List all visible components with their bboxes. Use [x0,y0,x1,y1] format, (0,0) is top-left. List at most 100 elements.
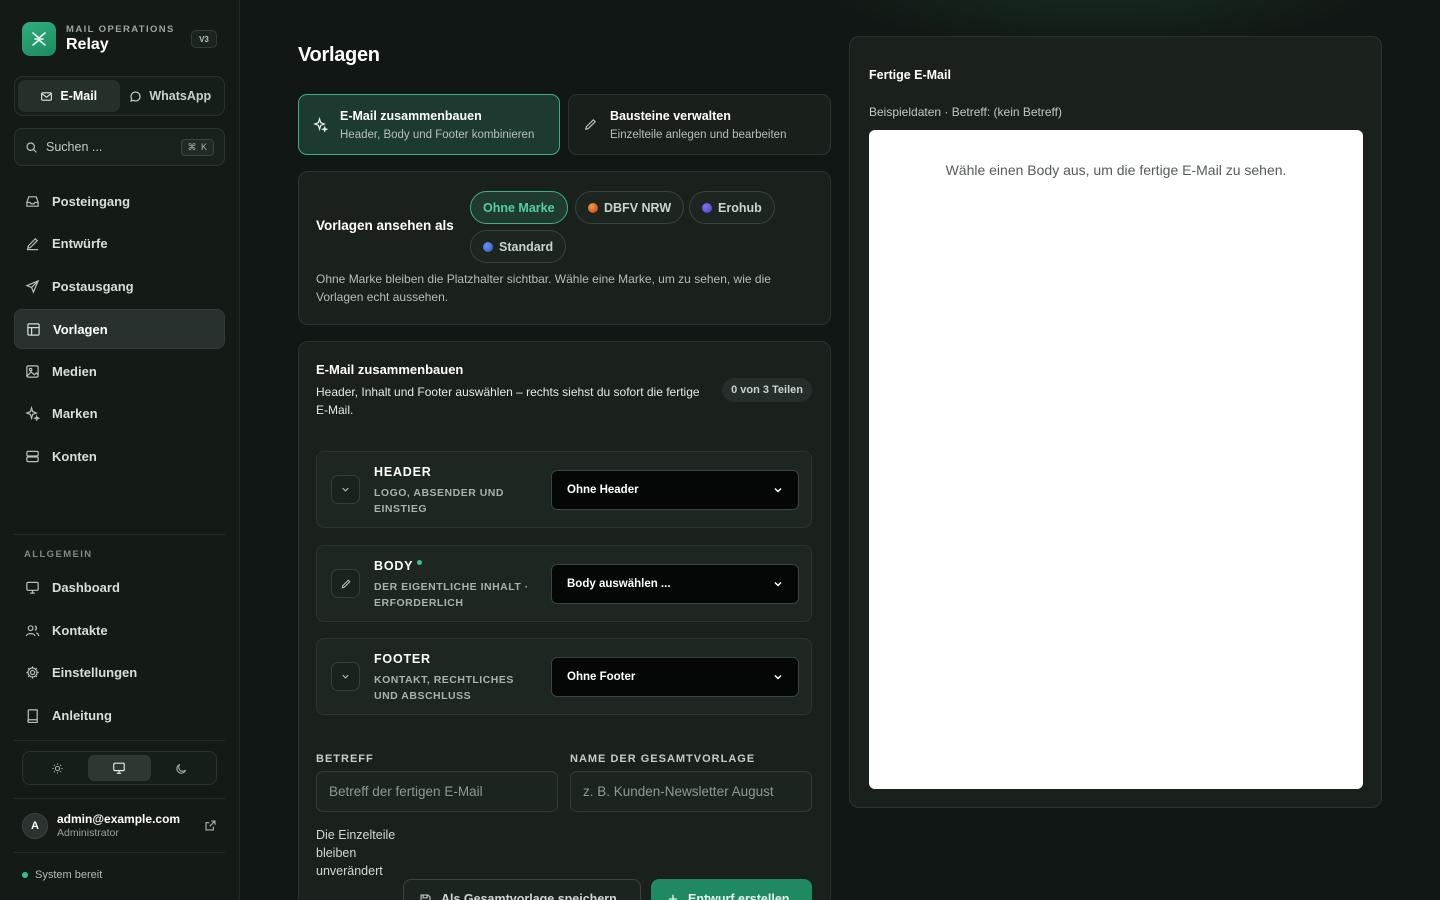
mode-manage-card[interactable]: Bausteine verwalten Einzelteile anlegen … [568,94,831,155]
save-template-label: Als Gesamtvorlage speichern [441,892,617,900]
sidebar-item-label: Postausgang [52,278,134,294]
mode-manage-subtitle: Einzelteile anlegen und bearbeiten [610,128,787,141]
footer-select-value: Ohne Footer [567,671,636,683]
mode-compose-card[interactable]: E-Mail zusammenbauen Header, Body und Fo… [298,94,560,155]
brand-option-dbfv-nrw[interactable]: DBFV NRW [575,191,685,224]
theme-light-button[interactable] [26,755,88,781]
sidebar-divider [14,534,225,535]
keep-parts-note: Die Einzelteile bleiben unverändert [316,828,396,878]
brand-view-label: Vorlagen ansehen als [316,218,454,233]
channel-email[interactable]: E-Mail [18,80,120,112]
create-draft-label: Entwurf erstellen [688,892,790,900]
footer-select[interactable]: Ohne Footer [551,657,799,697]
template-name-label: NAME DER GESAMTVORLAGE [570,753,756,765]
monitor-icon [26,581,39,594]
sidebar-item-label: Einstellungen [52,664,138,680]
channel-whatsapp[interactable]: WhatsApp [120,80,222,112]
user-profile[interactable]: A admin@example.com Administrator [22,812,217,839]
sidebar-item-label: Konten [52,448,97,464]
sidebar-item-anleitung[interactable]: Anleitung [14,695,225,735]
sidebar-item-konten[interactable]: Konten [14,436,225,476]
subject-placeholder: Betreff der fertigen E-Mail [329,784,483,799]
preview-empty-message: Wähle einen Body aus, um die fertige E-M… [945,162,1287,178]
monitor-icon [113,762,126,774]
search-input[interactable]: Suchen ... ⌘ K [14,128,225,166]
sidebar-item-label: Marken [52,405,98,421]
sidebar-item-label: Vorlagen [53,321,108,337]
part-header-name: HEADER [374,465,432,479]
preview-title: Fertige E-Mail [869,68,951,82]
brand-name: Relay [66,36,109,53]
header-select[interactable]: Ohne Header [551,470,799,510]
create-draft-button[interactable]: Entwurf erstellen [651,879,812,900]
part-footer-desc: KONTAKT, RECHTLICHES UND ABSCHLUSS [374,674,514,702]
external-link-icon[interactable] [204,819,217,832]
channel-whatsapp-label: WhatsApp [149,89,212,103]
page-title: Vorlagen [298,44,380,66]
sidebar-item-postausgang[interactable]: Postausgang [14,266,225,306]
sidebar-item-label: Entwürfe [52,235,108,251]
part-body-name: BODY [374,559,423,573]
body-select-value: Body auswählen ... [567,578,671,590]
theme-dark-button[interactable] [151,755,213,781]
part-footer-toggle[interactable] [331,662,360,691]
sidebar-item-marken[interactable]: Marken [14,393,225,433]
part-body-edit[interactable] [331,569,360,598]
moon-icon [176,763,187,774]
builder-subtitle: Header, Inhalt und Footer auswählen – re… [316,385,700,417]
mode-compose-subtitle: Header, Body und Footer kombinieren [340,128,535,141]
sidebar-divider [14,740,225,741]
template-name-input[interactable]: z. B. Kunden-Newsletter August [570,771,812,812]
preview-card: Fertige E-Mail Beispieldaten · Betreff: … [849,36,1382,808]
brand[interactable]: MAIL OPERATIONS Relay [22,22,175,56]
sidebar-item-entwuerfe[interactable]: Entwürfe [14,223,225,263]
brand-option-standard[interactable]: Standard [470,230,567,263]
pen-icon [341,579,350,588]
brand-view-note: Ohne Marke bleiben die Platzhalter sicht… [316,272,771,304]
sidebar-item-vorlagen[interactable]: Vorlagen [14,309,225,349]
sidebar-item-label: Medien [52,363,97,379]
part-body-name-text: BODY [374,559,414,573]
chevron-down-icon [774,581,782,587]
layout-icon [27,322,40,336]
sidebar-item-dashboard[interactable]: Dashboard [14,567,225,607]
section-label-general: ALLGEMEIN [24,549,93,560]
chat-bubble-icon [130,90,141,102]
version-badge: V3 [191,30,217,48]
user-email: admin@example.com [57,812,181,826]
sidebar: MAIL OPERATIONS Relay V3 E-Mail WhatsApp… [0,0,240,900]
part-header-toggle[interactable] [331,475,360,504]
sidebar-item-einstellungen[interactable]: Einstellungen [14,652,225,692]
subject-input[interactable]: Betreff der fertigen E-Mail [316,771,558,812]
theme-system-button[interactable] [88,755,151,781]
part-footer: FOOTER KONTAKT, RECHTLICHES UND ABSCHLUS… [316,638,812,715]
body-select[interactable]: Body auswählen ... [551,564,799,604]
sidebar-item-label: Kontakte [52,622,108,638]
preview-meta: Beispieldaten · Betreff: (kein Betreff) [869,105,1062,119]
brand-option-ohne-marke[interactable]: Ohne Marke [470,191,568,224]
email-preview-frame: Wähle einen Body aus, um die fertige E-M… [869,130,1363,789]
sidebar-item-kontakte[interactable]: Kontakte [14,610,225,650]
book-icon [27,708,38,723]
sidebar-divider [14,852,225,853]
part-header-desc: LOGO, ABSENDER UND EINSTIEG [374,487,504,515]
builder-title: E-Mail zusammenbauen [316,362,464,377]
search-placeholder: Suchen ... [46,140,103,154]
brand-color-dot [483,241,493,252]
sidebar-divider [14,798,225,799]
sparkles-icon [313,117,328,132]
required-dot [417,560,423,565]
image-icon [26,364,39,378]
brand-color-dot [588,202,598,213]
sidebar-item-medien[interactable]: Medien [14,351,225,391]
sidebar-item-posteingang[interactable]: Posteingang [14,181,225,221]
mail-icon [41,91,53,101]
inbox-icon [26,195,39,207]
save-template-button[interactable]: Als Gesamtvorlage speichern [403,879,641,900]
header-select-value: Ohne Header [567,484,639,496]
avatar: A [22,812,48,839]
brand-option-erohub[interactable]: Erohub [689,191,775,224]
mode-manage-title: Bausteine verwalten [610,108,731,123]
brand-option-label: Ohne Marke [483,200,555,215]
sun-icon [52,762,63,774]
